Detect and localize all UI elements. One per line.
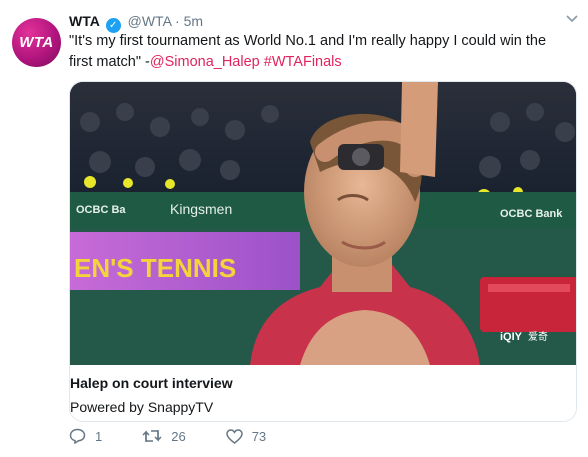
like-icon [225, 428, 243, 444]
court-banner-text: EN'S TENNIS [74, 253, 236, 283]
like-button[interactable]: 73 [225, 428, 267, 444]
reply-icon [69, 428, 86, 444]
sponsor-board-left: OCBC Ba [76, 204, 126, 216]
display-name[interactable]: WTA [69, 13, 100, 29]
avatar[interactable]: WTA [12, 18, 61, 67]
timestamp[interactable]: 5m [184, 13, 203, 29]
media-card[interactable]: OCBC Ba Kingsmen OCBC Bank EN'S TENNIS i… [69, 81, 577, 422]
card-subtitle: Powered by SnappyTV [70, 399, 214, 415]
tweet: WTA WTA ✓ @WTA · 5m "It's my first tourn… [0, 0, 588, 457]
action-bar: 1 26 73 [69, 428, 306, 444]
retweet-icon [142, 430, 162, 442]
sponsor-board-right: OCBC Bank [500, 208, 563, 220]
mention-link[interactable]: @Simona_Halep [150, 54, 260, 70]
retweet-count: 26 [171, 428, 186, 444]
reply-button[interactable]: 1 [69, 428, 102, 444]
separator-dot: · [175, 13, 180, 29]
sponsor-board-mid: Kingsmen [170, 201, 232, 217]
card-title[interactable]: Halep on court interview [70, 375, 233, 391]
reply-count: 1 [95, 428, 103, 444]
retweet-button[interactable]: 26 [142, 428, 186, 444]
broadcast-logo: iQIY [500, 331, 523, 343]
like-count: 73 [251, 428, 267, 444]
tweet-header: WTA ✓ @WTA · 5m [69, 12, 203, 33]
video-thumbnail[interactable]: OCBC Ba Kingsmen OCBC Bank EN'S TENNIS i… [70, 82, 576, 365]
avatar-logo-text: WTA [19, 34, 54, 51]
hashtag-link[interactable]: #WTAFinals [264, 54, 342, 70]
handle[interactable]: @WTA [128, 13, 172, 29]
broadcast-logo-side: 爱奇 [528, 330, 548, 343]
chevron-down-icon[interactable] [566, 12, 578, 26]
tweet-text: "It's my first tournament as World No.1 … [69, 31, 569, 73]
